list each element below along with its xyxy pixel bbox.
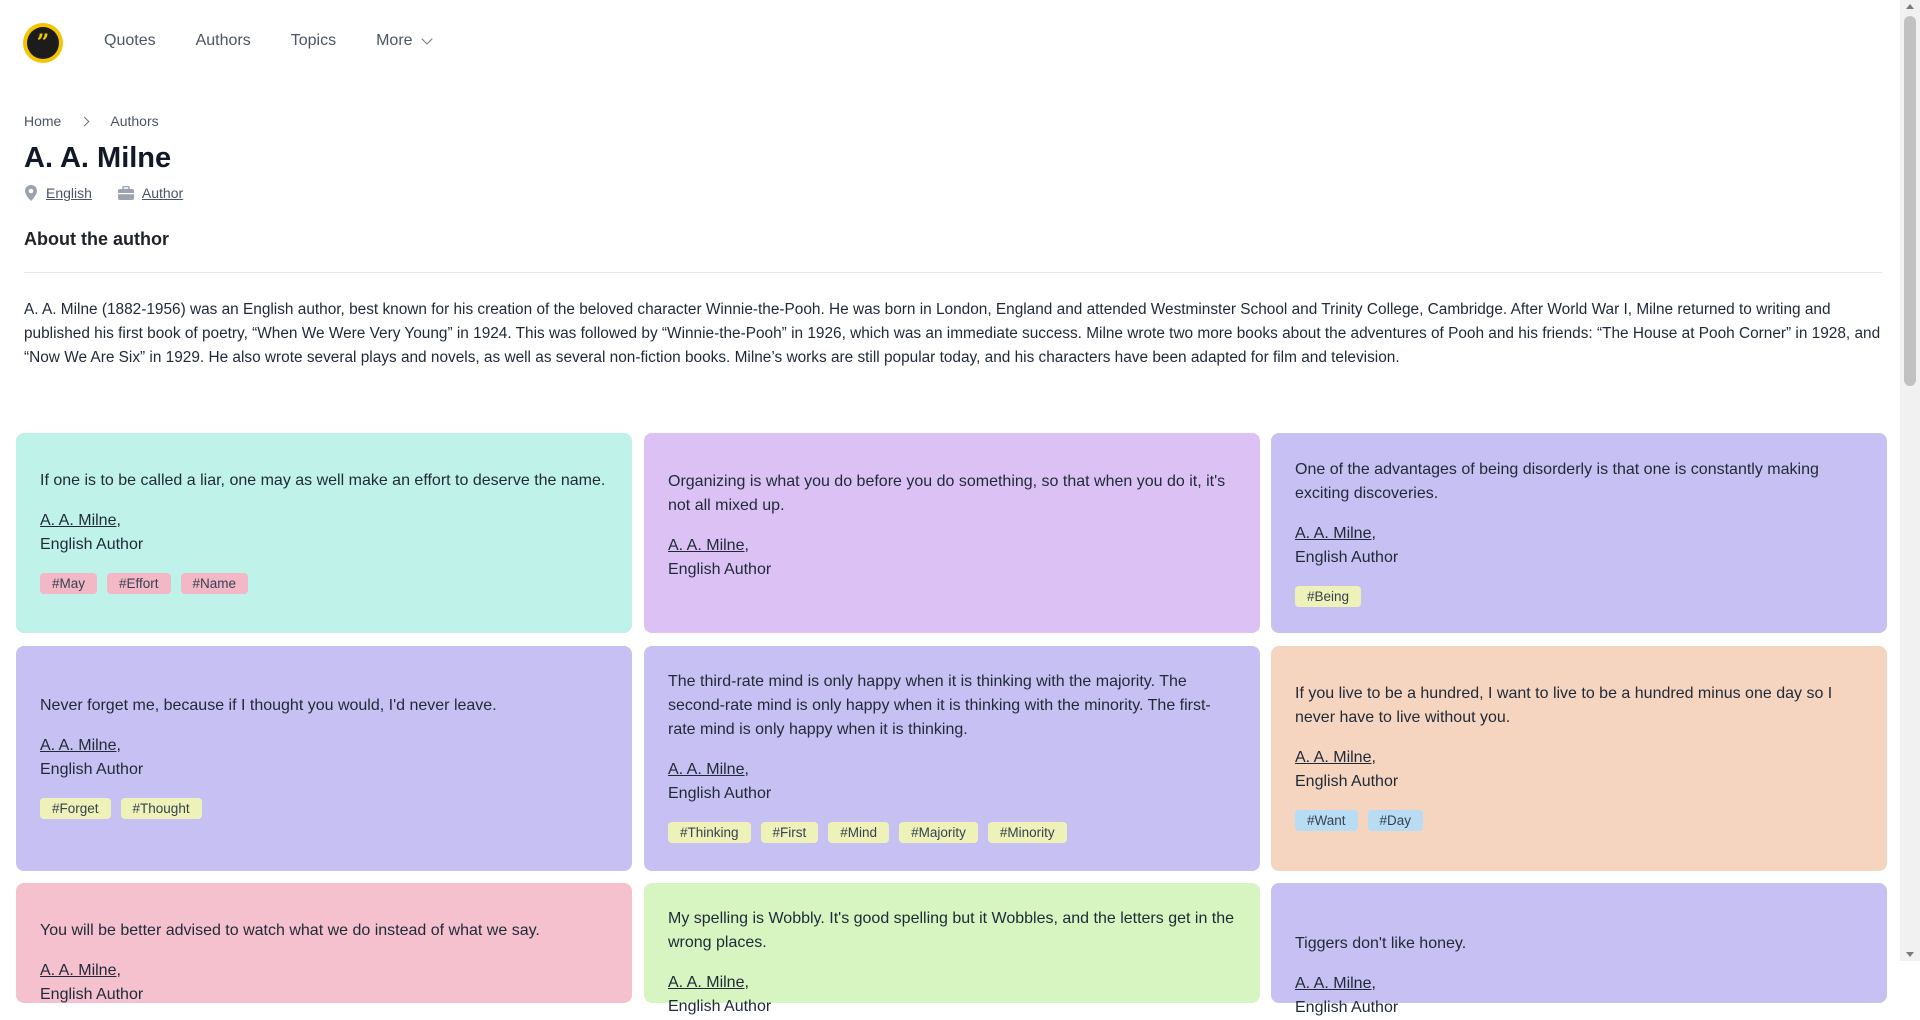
scroll-down-icon[interactable]: [1906, 952, 1914, 957]
quote-author-link[interactable]: A. A. Milne: [668, 537, 744, 554]
site-header: ” Quotes Authors Topics More: [0, 0, 1900, 88]
quote-card: Tiggers don't like honey. A. A. Milne, E…: [1271, 883, 1887, 1016]
quote-author-role: English Author: [40, 761, 144, 778]
quote-author-role: English Author: [40, 536, 144, 553]
quote-author-link[interactable]: A. A. Milne: [1295, 749, 1371, 766]
quote-author-link[interactable]: A. A. Milne: [40, 737, 116, 754]
main-nav: Quotes Authors Topics More: [104, 32, 471, 50]
quote-text: You will be better advised to watch what…: [40, 922, 540, 939]
profession-link[interactable]: Author: [142, 185, 183, 201]
tag[interactable]: #Name: [180, 573, 249, 594]
quote-author-role: English Author: [40, 986, 144, 1003]
tag[interactable]: #Forget: [40, 798, 111, 819]
chevron-down-icon: [420, 33, 433, 45]
breadcrumb-home[interactable]: Home: [24, 113, 61, 129]
nav-authors[interactable]: Authors: [196, 32, 251, 50]
tag[interactable]: #Thinking: [668, 822, 751, 843]
quote-author-link[interactable]: A. A. Milne: [668, 761, 744, 778]
scrollbar-thumb[interactable]: [1904, 16, 1916, 386]
quote-card: Organizing is what you do before you do …: [644, 433, 1260, 633]
quote-text: If you live to be a hundred, I want to l…: [1295, 685, 1833, 726]
quote-author-link[interactable]: A. A. Milne: [40, 962, 116, 979]
quote-author-role: English Author: [668, 998, 772, 1015]
quote-card: If you live to be a hundred, I want to l…: [1271, 646, 1887, 871]
page-scrollbar[interactable]: [1900, 0, 1920, 961]
tag[interactable]: #Want: [1295, 810, 1358, 831]
breadcrumb: Home Authors: [24, 113, 159, 129]
briefcase-icon: [117, 186, 134, 200]
quote-text: Never forget me, because if I thought yo…: [40, 697, 497, 714]
chevron-right-icon: [79, 116, 90, 126]
tag[interactable]: #Minority: [987, 822, 1067, 843]
quote-author-role: English Author: [1295, 773, 1399, 790]
nav-more-label: More: [376, 32, 413, 49]
tag[interactable]: #First: [760, 822, 819, 843]
about-heading: About the author: [24, 229, 169, 249]
quote-author-role: English Author: [1295, 999, 1399, 1016]
quote-author-link[interactable]: A. A. Milne: [40, 512, 116, 529]
quote-card: You will be better advised to watch what…: [16, 883, 632, 1003]
tag-list: #Forget #Thought: [40, 798, 608, 819]
tag-list: #Thinking #First #Mind #Majority #Minori…: [668, 822, 1236, 843]
quote-author-link[interactable]: A. A. Milne: [668, 974, 744, 991]
tag[interactable]: #Mind: [828, 822, 890, 843]
divider: [24, 272, 1882, 273]
tag-list: #May #Effort #Name: [40, 573, 608, 594]
tag[interactable]: #Effort: [107, 573, 171, 594]
quote-logo-icon[interactable]: ”: [23, 23, 63, 63]
quote-card: Never forget me, because if I thought yo…: [16, 646, 632, 871]
quote-text: Tiggers don't like honey.: [1295, 935, 1467, 952]
tag[interactable]: #Thought: [120, 798, 202, 819]
quote-text: One of the advantages of being disorderl…: [1295, 461, 1819, 502]
tag-list: #Being: [1295, 586, 1863, 607]
quote-text: Organizing is what you do before you do …: [668, 473, 1226, 514]
quote-card: If one is to be called a liar, one may a…: [16, 433, 632, 633]
tag-list: #Want #Day: [1295, 810, 1863, 831]
quote-author-link[interactable]: A. A. Milne: [1295, 975, 1371, 992]
scroll-up-icon[interactable]: [1906, 4, 1914, 9]
quote-text: If one is to be called a liar, one may a…: [40, 472, 606, 489]
nationality-link[interactable]: English: [46, 185, 92, 201]
author-bio: A. A. Milne (1882-1956) was an English a…: [24, 301, 1881, 366]
author-meta: English Author: [24, 185, 209, 201]
quote-card: One of the advantages of being disorderl…: [1271, 433, 1887, 633]
location-pin-icon: [25, 185, 37, 201]
nav-more[interactable]: More: [376, 32, 433, 50]
nav-topics[interactable]: Topics: [291, 32, 336, 50]
quote-text: My spelling is Wobbly. It's good spellin…: [668, 910, 1235, 951]
quote-card: My spelling is Wobbly. It's good spellin…: [644, 883, 1260, 1015]
profession-item: Author: [117, 185, 183, 201]
quote-author-role: English Author: [668, 561, 772, 578]
quote-author-role: English Author: [1295, 549, 1399, 566]
page-title: A. A. Milne: [24, 142, 172, 174]
quote-text: The third-rate mind is only happy when i…: [668, 673, 1211, 738]
quote-author-role: English Author: [668, 785, 772, 802]
quote-card: The third-rate mind is only happy when i…: [644, 646, 1260, 871]
tag[interactable]: #Being: [1295, 586, 1362, 607]
tag[interactable]: #Day: [1367, 810, 1424, 831]
tag[interactable]: #Majority: [899, 822, 978, 843]
quote-author-link[interactable]: A. A. Milne: [1295, 525, 1371, 542]
tag[interactable]: #May: [40, 573, 98, 594]
breadcrumb-authors[interactable]: Authors: [110, 113, 158, 129]
nav-quotes[interactable]: Quotes: [104, 32, 156, 50]
nationality-item: English: [24, 185, 92, 201]
